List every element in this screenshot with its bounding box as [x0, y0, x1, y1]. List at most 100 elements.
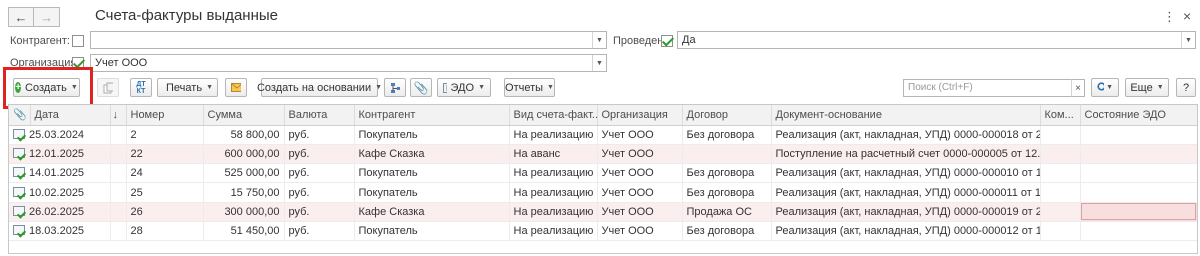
posted-field[interactable]: Да ▼	[677, 31, 1196, 49]
forward-button[interactable]: →	[34, 7, 60, 27]
edo-label: ЭДО	[450, 81, 475, 94]
spacer-cell	[110, 125, 127, 145]
posted-document-icon	[13, 186, 25, 197]
envelope-icon	[231, 83, 241, 92]
edo-status-cell[interactable]	[1080, 202, 1197, 222]
chevron-down-icon: ▼	[1156, 84, 1164, 91]
posted-document-icon	[13, 205, 25, 216]
chevron-down-icon: ▼	[478, 84, 485, 91]
attach-button[interactable]: 📎	[410, 78, 432, 97]
close-icon[interactable]: ×	[1183, 8, 1191, 24]
reports-button[interactable]: Отчеты ▼	[504, 78, 555, 97]
column-header-currency[interactable]: Валюта	[284, 105, 355, 126]
chevron-down-icon[interactable]: ▼	[592, 55, 606, 71]
invoice-kind-cell: На реализацию	[509, 202, 598, 222]
mail-button[interactable]	[225, 78, 247, 97]
chevron-down-icon: ▼	[547, 84, 554, 91]
contract-cell: Продажа ОС	[682, 202, 772, 222]
search-button[interactable]: ▼	[1091, 78, 1119, 97]
chevron-down-icon: ▼	[206, 84, 213, 91]
sum-cell: 600 000,00	[203, 144, 285, 165]
sum-cell: 525 000,00	[203, 163, 285, 184]
spacer-cell	[110, 182, 127, 203]
column-header-attachment[interactable]: 📎	[9, 105, 31, 126]
contragent-field[interactable]: ▼	[90, 31, 607, 49]
column-header-basis-document[interactable]: Документ-основание	[771, 105, 1041, 126]
search-icon	[1097, 82, 1105, 91]
date-cell: 26.02.2025	[9, 202, 111, 222]
invoice-kind-cell: На реализацию	[509, 163, 598, 184]
contract-cell: Без договора	[682, 182, 772, 203]
column-header-invoice-kind[interactable]: Вид счета-факт...	[509, 105, 598, 126]
posted-document-icon	[13, 128, 25, 139]
table-row[interactable]: 14.01.2025 24 525 000,00 руб. Покупатель…	[9, 163, 1197, 184]
date-value: 25.03.2024	[29, 128, 85, 141]
print-button[interactable]: Печать ▼	[157, 78, 218, 97]
clear-search-icon[interactable]: ×	[1071, 79, 1085, 97]
table-row[interactable]: 10.02.2025 25 15 750,00 руб. Покупатель …	[9, 182, 1197, 203]
table-row[interactable]: 18.03.2025 28 51 450,00 руб. Покупатель …	[9, 221, 1197, 242]
edo-status-cell	[1080, 182, 1197, 203]
sort-desc-icon[interactable]: ↓	[110, 105, 127, 126]
column-header-edo-status[interactable]: Состояние ЭДО	[1080, 105, 1197, 126]
column-header-comment[interactable]: Ком...	[1040, 105, 1081, 126]
comment-cell	[1040, 202, 1081, 222]
dtkt-button[interactable]: ДТ КТ	[130, 78, 152, 97]
comment-cell	[1040, 221, 1081, 242]
edo-icon	[443, 82, 447, 93]
posted-checkbox[interactable]	[661, 35, 673, 47]
spacer-cell	[110, 163, 127, 184]
column-header-number[interactable]: Номер	[126, 105, 204, 126]
nav-group: ← →	[8, 7, 60, 27]
chevron-down-icon[interactable]: ▼	[1181, 32, 1195, 48]
copy-button[interactable]	[97, 78, 119, 97]
posted-document-icon	[13, 167, 25, 178]
contragent-checkbox[interactable]	[72, 35, 84, 47]
date-cell: 25.03.2024	[9, 125, 111, 145]
number-cell: 22	[126, 144, 204, 165]
contract-cell	[682, 144, 772, 165]
search-input[interactable]: Поиск (Ctrl+F)	[903, 79, 1085, 97]
documents-table: 📎 Дата ↓ Номер Сумма Валюта Контрагент В…	[8, 104, 1198, 254]
number-cell: 24	[126, 163, 204, 184]
posted-document-icon	[13, 147, 25, 158]
comment-cell	[1040, 163, 1081, 184]
more-vertical-icon[interactable]: ⋮	[1163, 9, 1176, 25]
edo-status-cell	[1080, 221, 1197, 242]
contragent-cell: Покупатель	[354, 125, 510, 145]
comment-cell	[1040, 125, 1081, 145]
help-button[interactable]: ?	[1176, 78, 1196, 97]
date-value: 18.03.2025	[29, 225, 85, 238]
column-header-organization[interactable]: Организация	[597, 105, 683, 126]
table-row[interactable]: 25.03.2024 2 58 800,00 руб. Покупатель Н…	[9, 125, 1197, 145]
create-based-on-button[interactable]: Создать на основании ▼	[257, 78, 382, 97]
comment-cell	[1040, 182, 1081, 203]
contragent-label: Контрагент:	[10, 35, 70, 47]
edo-status-cell	[1080, 125, 1197, 145]
basis-document-cell: Поступление на расчетный счет 0000-00000…	[771, 144, 1041, 165]
contragent-cell: Кафе Сказка	[354, 202, 510, 222]
column-header-contragent[interactable]: Контрагент	[354, 105, 510, 126]
back-button[interactable]: ←	[8, 7, 34, 27]
organization-field[interactable]: Учет ООО ▼	[90, 54, 607, 72]
chevron-down-icon[interactable]: ▼	[592, 32, 606, 48]
edo-status-cell	[1080, 163, 1197, 184]
basis-document-cell: Реализация (акт, накладная, УПД) 0000-00…	[771, 163, 1041, 184]
structure-button[interactable]	[384, 78, 406, 97]
spacer-cell	[110, 202, 127, 222]
sum-cell: 15 750,00	[203, 182, 285, 203]
column-header-sum[interactable]: Сумма	[203, 105, 285, 126]
spacer-cell	[110, 144, 127, 165]
more-button[interactable]: Еще ▼	[1125, 78, 1169, 97]
table-row[interactable]: 26.02.2025 26 300 000,00 руб. Кафе Сказк…	[9, 202, 1197, 222]
date-value: 10.02.2025	[29, 186, 85, 199]
date-cell: 12.01.2025	[9, 144, 111, 165]
number-cell: 26	[126, 202, 204, 222]
arrow-left-icon: ←	[14, 9, 28, 25]
table-row[interactable]: 12.01.2025 22 600 000,00 руб. Кафе Сказк…	[9, 144, 1197, 165]
posted-label: Проведен:	[613, 35, 667, 47]
column-header-date[interactable]: Дата	[30, 105, 111, 126]
column-header-contract[interactable]: Договор	[682, 105, 772, 126]
basis-document-cell: Реализация (акт, накладная, УПД) 0000-00…	[771, 125, 1041, 145]
edo-button[interactable]: ЭДО ▼	[437, 78, 491, 97]
